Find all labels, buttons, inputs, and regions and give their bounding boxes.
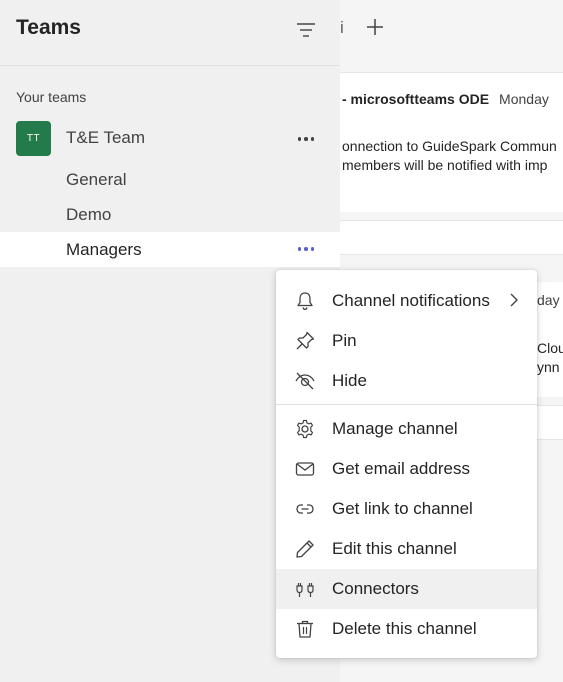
- menu-item-label: Hide: [332, 371, 367, 390]
- menu-item-connectors[interactable]: Connectors: [276, 569, 537, 609]
- sidebar-header: Teams: [0, 0, 340, 66]
- filter-icon: [297, 23, 315, 37]
- message-timestamp: Monday: [499, 91, 549, 107]
- message-line: members will be notified with imp: [342, 157, 548, 173]
- more-icon: [297, 247, 315, 251]
- add-tab-button[interactable]: [364, 16, 386, 38]
- bell-icon: [297, 292, 313, 310]
- menu-item-label: Edit this channel: [332, 539, 457, 558]
- channel-item-demo[interactable]: Demo: [0, 197, 340, 232]
- menu-item-label: Manage channel: [332, 419, 458, 438]
- plus-icon: [367, 19, 383, 35]
- tab-truncated[interactable]: i: [340, 18, 344, 38]
- message-line: ynn: [537, 359, 560, 375]
- link-icon: [296, 504, 314, 514]
- menu-item-manage-channel[interactable]: Manage channel: [276, 409, 537, 449]
- page-title: Teams: [16, 16, 81, 39]
- message-sender: - microsoftteams ODE: [342, 91, 490, 107]
- gear-icon: [296, 419, 314, 439]
- message-card: - microsoftteams ODE Monday onnection to …: [340, 72, 563, 212]
- team-more-options-button[interactable]: [292, 128, 320, 150]
- channel-item-managers[interactable]: Managers: [0, 232, 340, 267]
- menu-item-label: Get email address: [332, 459, 470, 478]
- mail-icon: [295, 462, 315, 476]
- message-timestamp: day: [537, 292, 560, 308]
- menu-item-hide[interactable]: Hide: [276, 361, 537, 401]
- channel-item-general[interactable]: General: [0, 162, 340, 197]
- menu-item-get-email-address[interactable]: Get email address: [276, 449, 537, 489]
- divider: [340, 212, 563, 220]
- trash-icon: [297, 620, 313, 638]
- menu-item-label: Channel notifications: [332, 291, 490, 310]
- tab-bar: i: [340, 0, 563, 56]
- menu-item-delete-this-channel[interactable]: Delete this channel: [276, 609, 537, 649]
- plug-icon: [296, 583, 314, 597]
- message-body: Clou ynn: [537, 339, 563, 377]
- menu-item-label: Delete this channel: [332, 619, 477, 638]
- message-line: Clou: [537, 340, 563, 356]
- message-header: - microsoftteams ODE Monday: [342, 91, 549, 107]
- menu-item-pin[interactable]: Pin: [276, 321, 537, 361]
- channel-more-options-button[interactable]: [292, 238, 320, 260]
- pin-icon: [296, 331, 315, 350]
- filter-button[interactable]: [294, 18, 318, 42]
- pencil-icon: [296, 540, 314, 558]
- menu-item-get-link-to-channel[interactable]: Get link to channel: [276, 489, 537, 529]
- more-icon: [297, 137, 315, 141]
- channel-context-menu: Channel notifications Pin Hide Manage ch…: [276, 270, 537, 658]
- reply-bar[interactable]: [340, 220, 563, 255]
- team-avatar: TT: [16, 121, 51, 156]
- message-body: onnection to GuideSpark Commun members w…: [342, 137, 557, 175]
- eye-off-icon: [295, 372, 315, 390]
- team-item-te-team[interactable]: TT T&E Team: [0, 120, 340, 158]
- menu-item-edit-this-channel[interactable]: Edit this channel: [276, 529, 537, 569]
- team-name: T&E Team: [66, 128, 146, 147]
- menu-divider: [276, 404, 537, 405]
- channel-label: Demo: [66, 205, 112, 224]
- menu-item-channel-notifications[interactable]: Channel notifications: [276, 281, 537, 321]
- menu-item-label: Connectors: [332, 579, 419, 598]
- your-teams-label: Your teams: [16, 89, 87, 105]
- chevron-right-icon: [510, 293, 518, 307]
- menu-item-label: Get link to channel: [332, 499, 473, 518]
- channel-label: General: [66, 170, 127, 189]
- message-line: onnection to GuideSpark Commun: [342, 138, 557, 154]
- channel-label: Managers: [66, 240, 142, 259]
- menu-item-label: Pin: [332, 331, 357, 350]
